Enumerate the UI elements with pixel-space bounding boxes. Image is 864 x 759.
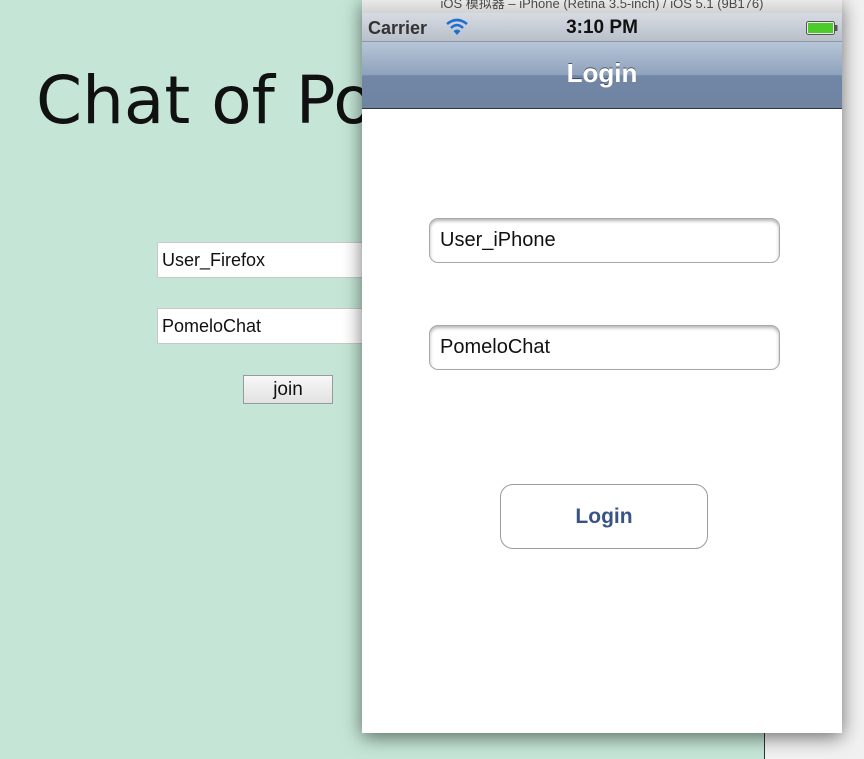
username-input[interactable] xyxy=(157,242,387,278)
navigation-bar: Login xyxy=(362,42,842,109)
login-button[interactable]: Login xyxy=(500,484,708,549)
ios-channel-field[interactable] xyxy=(429,325,780,370)
nav-title: Login xyxy=(566,58,638,88)
battery-icon xyxy=(806,21,838,35)
channel-input[interactable] xyxy=(157,308,387,344)
status-bar: Carrier 3:10 PM xyxy=(362,13,842,42)
ios-simulator-window: iOS 模拟器 – iPhone (Retina 3.5-inch) / iOS… xyxy=(362,0,842,733)
page-title: Chat of Po xyxy=(36,62,374,139)
ios-username-field[interactable] xyxy=(429,218,780,263)
join-button[interactable]: join xyxy=(243,375,333,404)
status-time: 3:10 PM xyxy=(566,17,638,38)
simulator-window-title: iOS 模拟器 – iPhone (Retina 3.5-inch) / iOS… xyxy=(440,0,764,11)
simulator-titlebar[interactable]: iOS 模拟器 – iPhone (Retina 3.5-inch) / iOS… xyxy=(362,0,842,13)
